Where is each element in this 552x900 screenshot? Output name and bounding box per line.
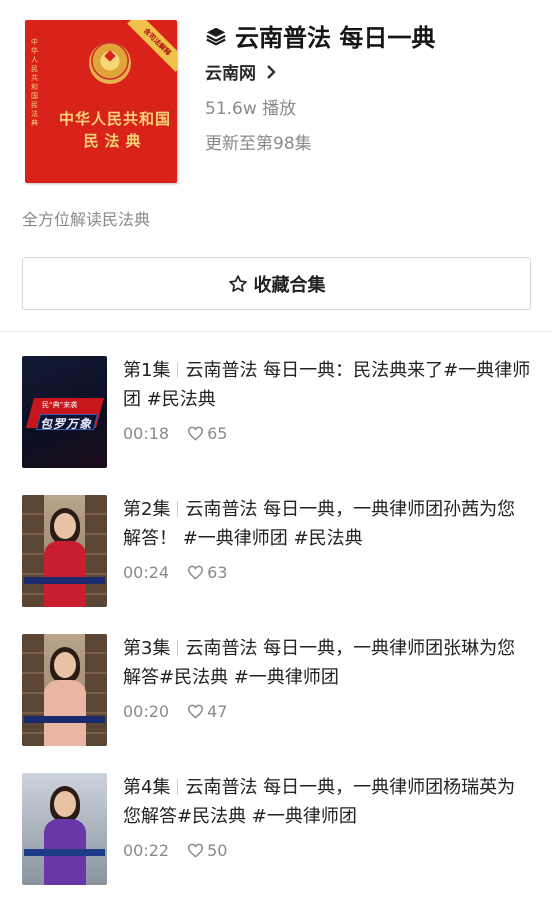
episode-duration: 00:22 [123, 841, 170, 860]
episode-thumbnail: 民“典”来袭 包罗万象 [22, 356, 107, 468]
favorite-label: 收藏合集 [253, 274, 326, 296]
episode-item[interactable]: 第4集 云南普法 每日一典，一典律师团杨瑞英为您解答#民法典 #一典律师团 00:… [22, 773, 532, 887]
episode-number: 第2集 [123, 499, 171, 520]
episode-duration: 00:24 [123, 563, 170, 582]
episode-duration: 00:20 [123, 702, 170, 721]
national-emblem-icon [89, 42, 131, 84]
episode-duration: 00:18 [123, 424, 170, 443]
cover-spine-text: 中华人民共和国民法典 [31, 38, 38, 127]
heart-outline-icon [188, 843, 204, 858]
episode-title-text: 云南普法 每日一典，一典律师团孙茜为您解答！ #一典律师团 #民法典 [123, 499, 516, 549]
section-divider [0, 331, 552, 332]
episode-likes: 63 [207, 563, 228, 582]
author-link[interactable]: 云南网 [205, 59, 276, 84]
update-status: 更新至第98集 [205, 134, 312, 154]
episode-title: 第2集 云南普法 每日一典，一典律师团孙茜为您解答！ #一典律师团 #民法典 [123, 495, 533, 553]
episode-title: 第1集 云南普法 每日一典：民法典来了#一典律师团 #民法典 [123, 356, 533, 414]
episode-item[interactable]: 第3集 云南普法 每日一典，一典律师团张琳为您解答#民法典 #一典律师团 00:2… [22, 634, 532, 748]
episode-title-text: 云南普法 每日一典，一典律师团张琳为您解答#民法典 #一典律师团 [123, 638, 516, 688]
chevron-right-icon [267, 64, 276, 79]
thumbnail-caption-small: 民“典”来袭 [42, 401, 78, 409]
episode-thumbnail [22, 634, 107, 746]
collection-description: 全方位解读民法典 [22, 210, 151, 229]
episode-likes: 47 [207, 702, 228, 721]
episode-meta: 00:18 65 [123, 424, 227, 443]
episode-title: 第4集 云南普法 每日一典，一典律师团杨瑞英为您解答#民法典 #一典律师团 [123, 773, 533, 831]
star-outline-icon [228, 274, 247, 292]
collection-title: 云南普法 每日一典 [205, 18, 435, 53]
cover-title-line2: 民法典 [83, 132, 147, 150]
collection-cover: 中华人民共和国民法典 中华人民共和国 民法典 含司法解释 [25, 20, 177, 183]
cover-title-line1: 中华人民共和国 [58, 110, 171, 128]
episode-likes: 50 [207, 841, 228, 860]
heart-outline-icon [188, 426, 204, 441]
episode-likes: 65 [207, 424, 228, 443]
author-name: 云南网 [205, 64, 256, 84]
episode-title: 第3集 云南普法 每日一典，一典律师团张琳为您解答#民法典 #一典律师团 [123, 634, 533, 692]
episode-thumbnail [22, 773, 107, 885]
episode-number: 第1集 [123, 360, 171, 381]
episode-item[interactable]: 民“典”来袭 包罗万象 第1集 云南普法 每日一典：民法典来了#一典律师团 #民法… [22, 356, 532, 470]
layers-icon [206, 27, 226, 45]
episode-meta: 00:24 63 [123, 563, 227, 582]
thumbnail-caption-big: 包罗万象 [40, 417, 93, 431]
episode-title-text: 云南普法 每日一典，一典律师团杨瑞英为您解答#民法典 #一典律师团 [123, 777, 516, 827]
episode-item[interactable]: 第2集 云南普法 每日一典，一典律师团孙茜为您解答！ #一典律师团 #民法典 00… [22, 495, 532, 609]
episode-number: 第3集 [123, 638, 171, 659]
episode-meta: 00:20 47 [123, 702, 227, 721]
heart-outline-icon [188, 704, 204, 719]
episode-number: 第4集 [123, 777, 171, 798]
play-count: 51.6w 播放 [205, 99, 297, 119]
cover-ribbon: 含司法解释 [127, 20, 177, 72]
favorite-collection-button[interactable]: 收藏合集 [22, 257, 531, 310]
collection-title-text: 云南普法 每日一典 [235, 24, 436, 52]
episode-title-text: 云南普法 每日一典：民法典来了#一典律师团 #民法典 [123, 360, 531, 410]
episode-thumbnail [22, 495, 107, 607]
episode-meta: 00:22 50 [123, 841, 227, 860]
heart-outline-icon [188, 565, 204, 580]
